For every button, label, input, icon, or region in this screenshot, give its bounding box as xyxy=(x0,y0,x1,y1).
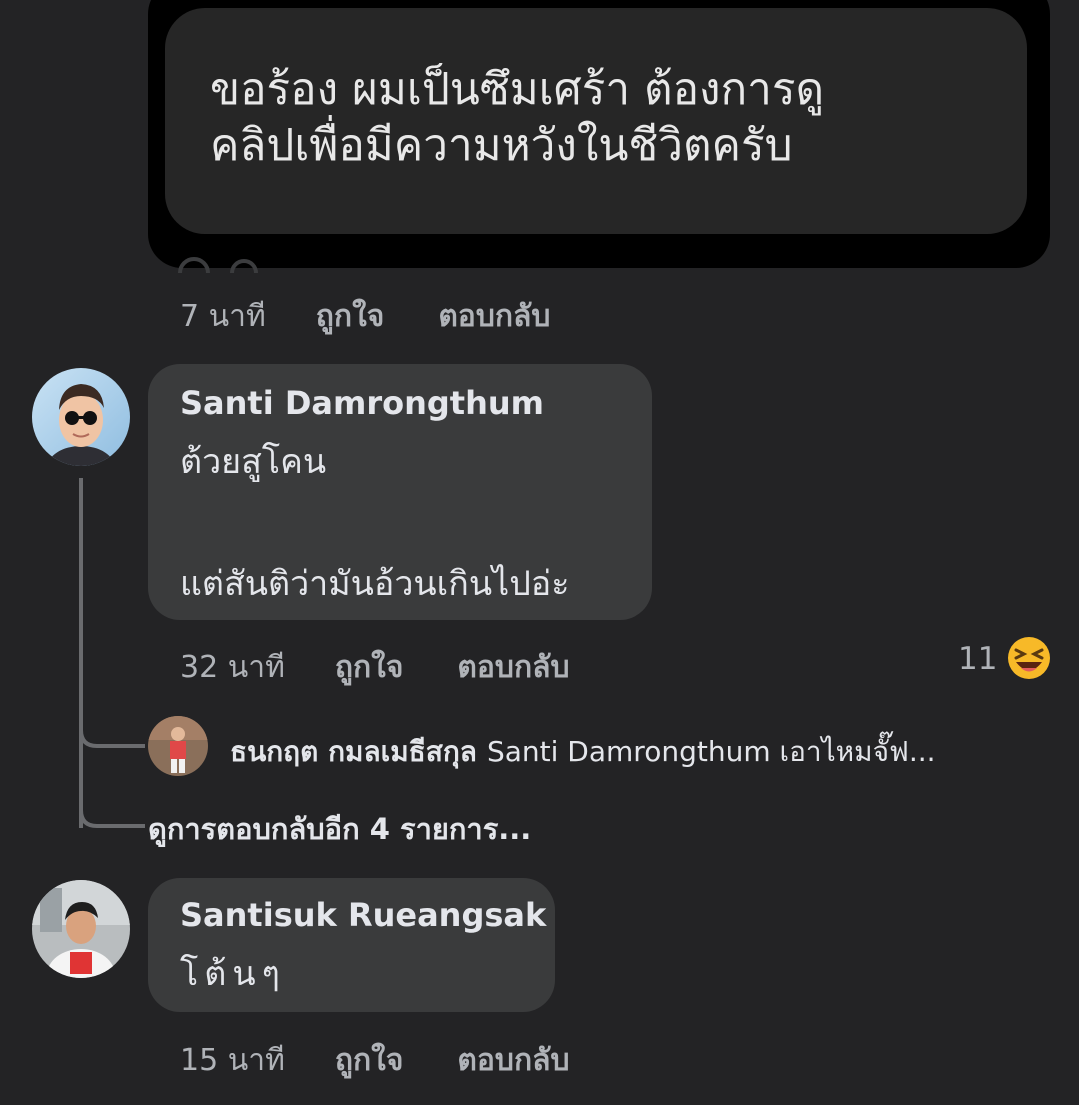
comment-meta: 32 นาที ถูกใจ ตอบกลับ xyxy=(180,644,624,691)
comment-meta: 15 นาที ถูกใจ ตอบกลับ xyxy=(180,1037,624,1084)
comment-reply-button[interactable]: ตอบกลับ xyxy=(457,644,569,691)
comment-text-line: โต้นๆ xyxy=(180,954,286,994)
comment-text-line: ต้วยสูโคน xyxy=(180,442,327,482)
avatar-image xyxy=(32,368,130,466)
comment-like-button[interactable]: ถูกใจ xyxy=(335,1037,404,1084)
comment-text-line: แต่สันติว่ามันอ้วนเกินไปอ่ะ xyxy=(180,564,570,604)
comment-author[interactable]: Santi Damrongthum xyxy=(180,384,544,422)
comment-like-button[interactable]: ถูกใจ xyxy=(335,644,404,691)
view-more-replies-link[interactable]: ดูการตอบกลับอีก 4 รายการ... xyxy=(148,806,531,852)
comment-time: 32 นาที xyxy=(180,650,285,685)
post-text: ขอร้อง ผมเป็นซึมเศร้า ต้องการดู คลิปเพื่… xyxy=(210,64,825,171)
post-time: 7 นาที xyxy=(180,299,266,334)
reply-preview[interactable]: ธนกฤต กมลเมธีสกุล Santi Damrongthum เอาไ… xyxy=(230,730,936,774)
avatar-image xyxy=(32,880,130,978)
comment-time: 15 นาที xyxy=(180,1043,285,1078)
avatar-reply-author[interactable] xyxy=(148,716,208,776)
post-like-button[interactable]: ถูกใจ xyxy=(316,293,385,340)
post-reply-button[interactable]: ตอบกลับ xyxy=(438,293,550,340)
reply-author[interactable]: ธนกฤต กมลเมธีสกุล xyxy=(230,730,477,774)
reaction-count[interactable]: 11 xyxy=(958,641,997,677)
laugh-reaction-icon[interactable] xyxy=(1006,635,1052,681)
avatar-santi-damrongthum[interactable] xyxy=(32,368,130,466)
comment-reply-button[interactable]: ตอบกลับ xyxy=(457,1037,569,1084)
avatar-santisuk-rueangsak[interactable] xyxy=(32,880,130,978)
post-meta: 7 นาที ถูกใจ ตอบกลับ xyxy=(180,293,604,340)
reply-text: Santi Damrongthum เอาไหมจั๊ฟ... xyxy=(486,735,936,768)
partial-reaction-icon xyxy=(178,257,258,274)
thread-branches xyxy=(79,700,145,828)
comment-author[interactable]: Santisuk Rueangsak xyxy=(180,896,546,934)
avatar-image xyxy=(148,716,208,776)
